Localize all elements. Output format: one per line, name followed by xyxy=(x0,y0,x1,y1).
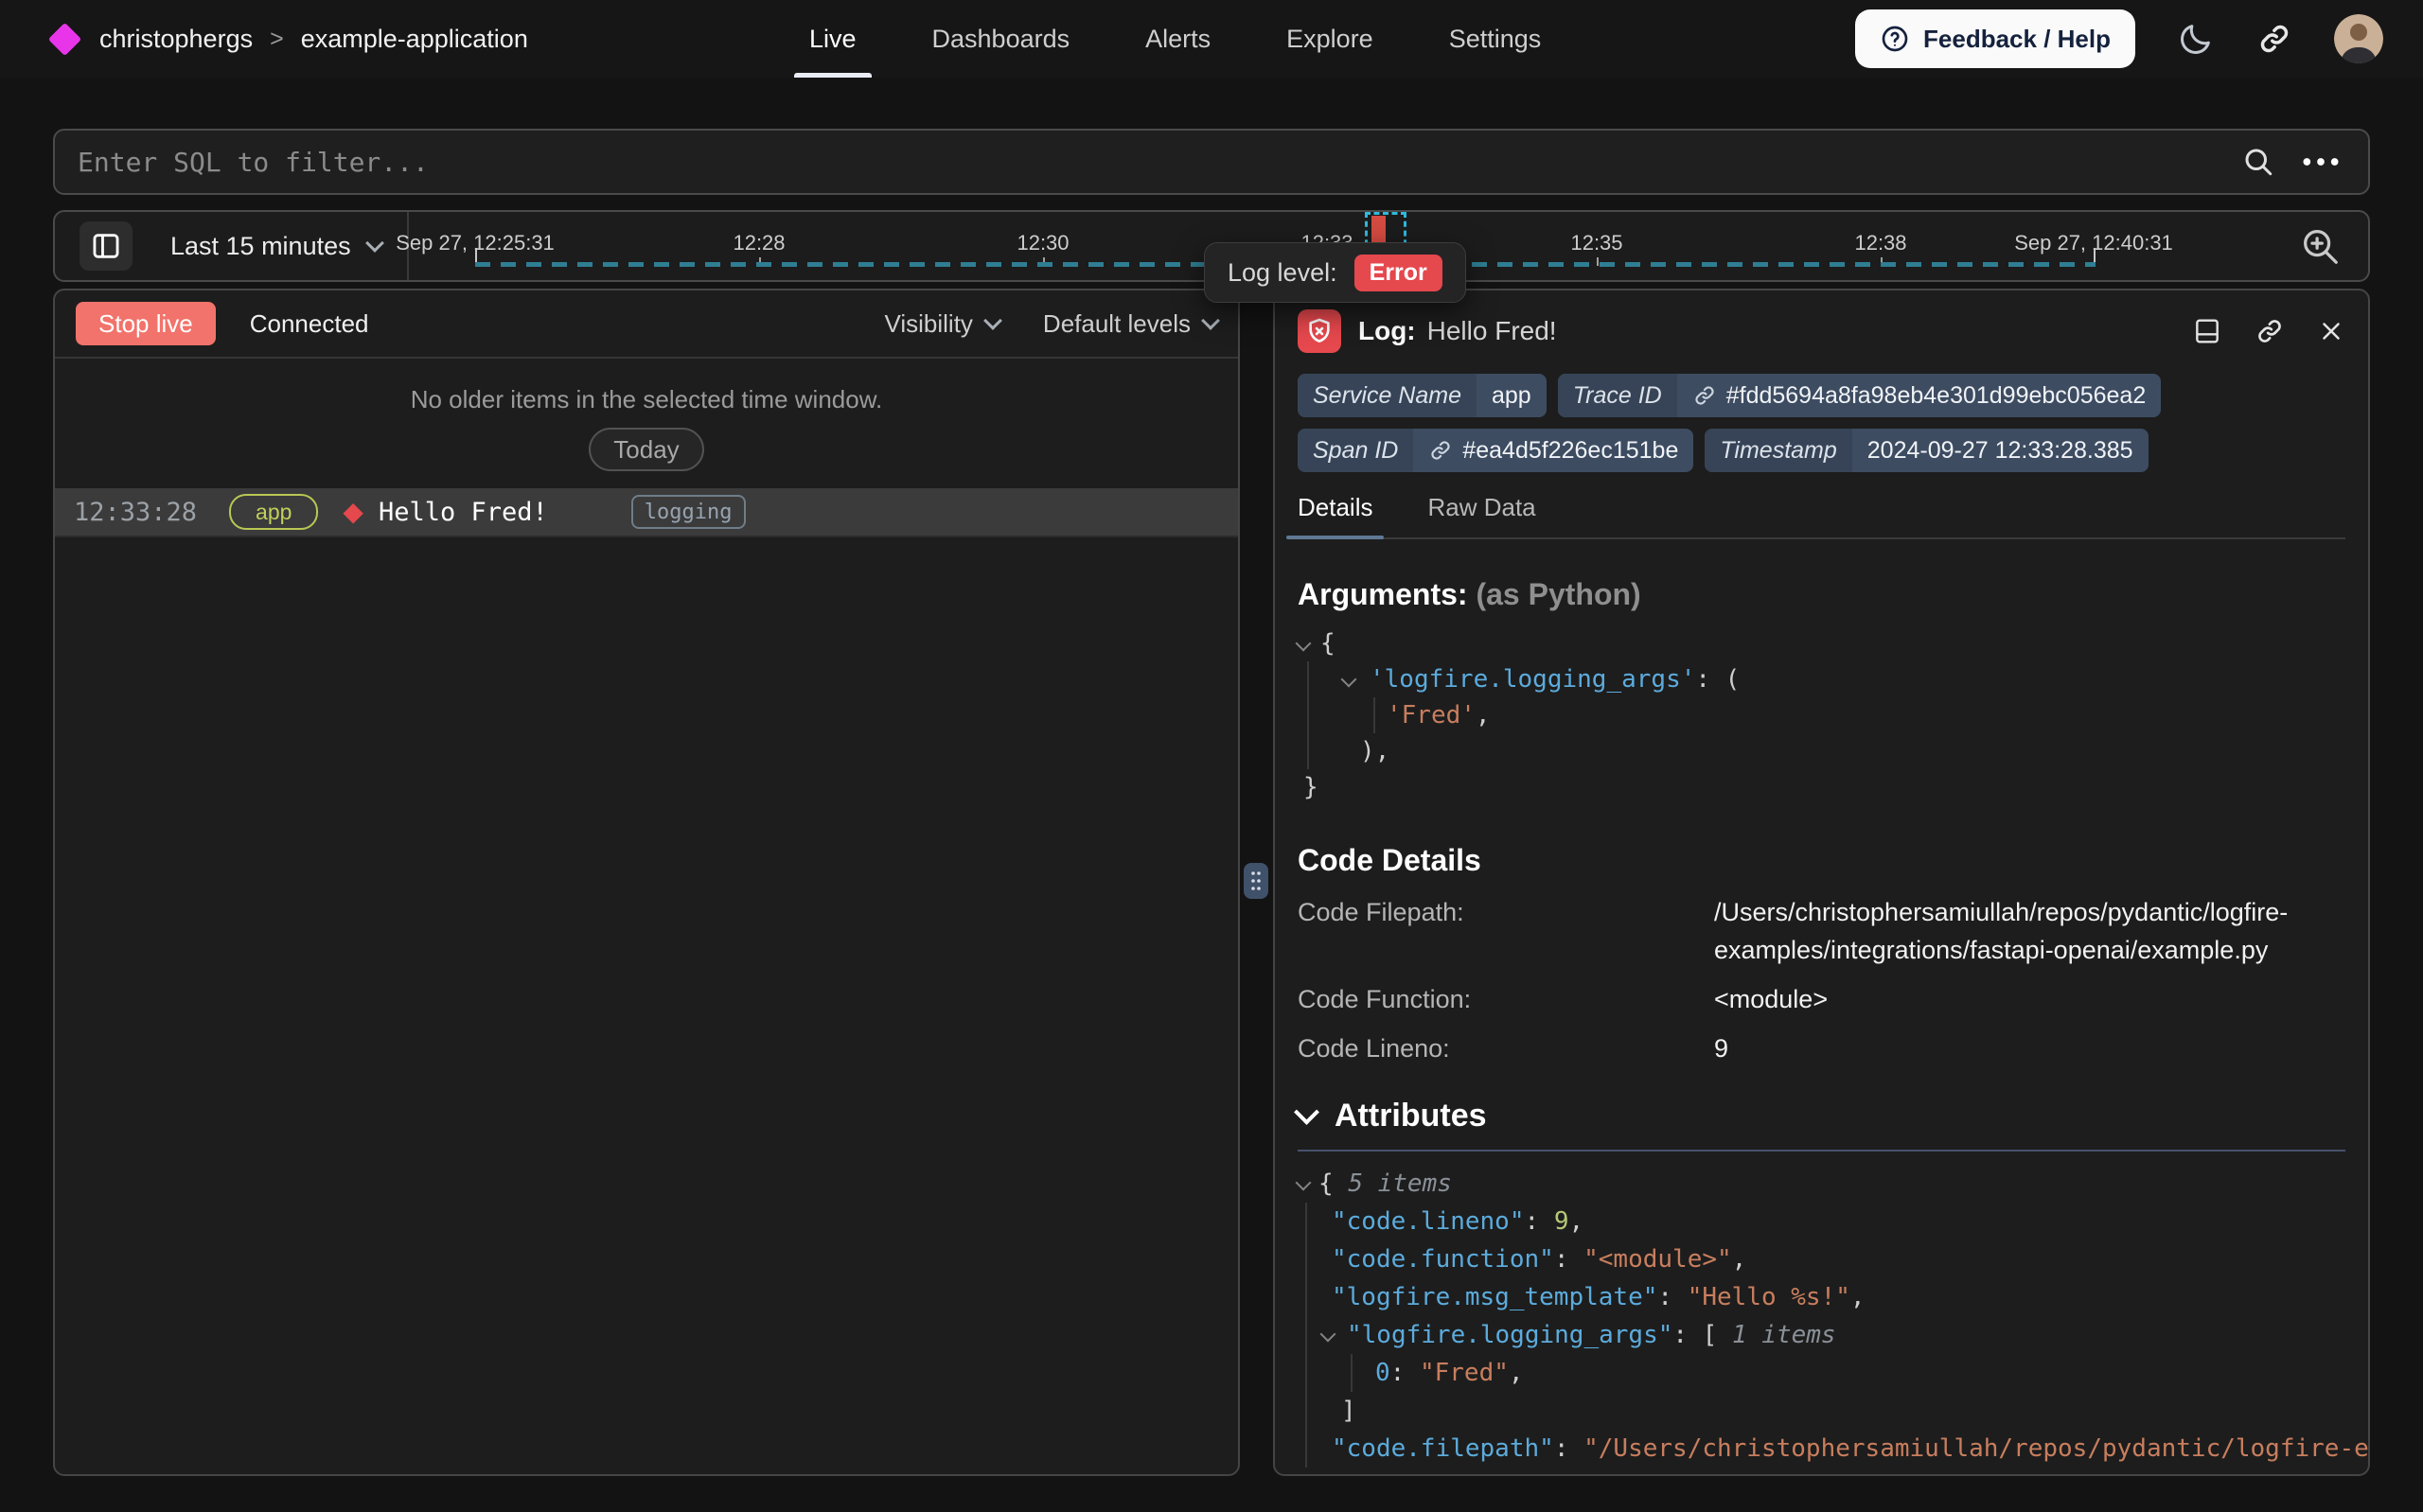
more-options-icon[interactable] xyxy=(2300,154,2342,169)
feedback-help-label: Feedback / Help xyxy=(1923,25,2111,54)
time-range-label: Last 15 minutes xyxy=(170,232,351,261)
breadcrumb-org[interactable]: christophergs xyxy=(99,25,253,54)
attributes-divider xyxy=(1298,1150,2345,1152)
timeline-tick: 12:35 xyxy=(1570,231,1622,255)
nav-tab-live[interactable]: Live xyxy=(809,0,857,78)
timeline-tick: 12:28 xyxy=(733,231,785,255)
log-level-tooltip: Log level: Error xyxy=(1204,242,1466,303)
feedback-help-button[interactable]: Feedback / Help xyxy=(1855,9,2135,68)
breadcrumb-separator: > xyxy=(270,26,284,53)
log-row[interactable]: 12:33:28 app ◆ Hello Fred! logging xyxy=(55,488,1238,537)
empty-window-message: No older items in the selected time wind… xyxy=(55,385,1238,414)
theme-toggle-moon-icon[interactable] xyxy=(2177,20,2215,58)
attributes-code[interactable]: { 5 items"code.lineno": 9,"code.function… xyxy=(1298,1165,2345,1468)
live-logs-panel: Stop live Connected Visibility Default l… xyxy=(53,289,1240,1476)
search-icon[interactable] xyxy=(2241,145,2275,179)
chevron-down-icon xyxy=(983,311,1002,330)
panel-splitter-drag-handle[interactable] xyxy=(1244,863,1268,899)
share-link-icon[interactable] xyxy=(2256,21,2292,57)
panel-layout-icon[interactable] xyxy=(2192,316,2222,346)
detail-panel-header: Log: Hello Fred! xyxy=(1298,294,2345,368)
code-lineno-row: Code Lineno: 9 xyxy=(1298,1029,2345,1067)
error-diamond-icon: ◆ xyxy=(343,499,363,525)
zoom-in-button[interactable] xyxy=(2292,223,2347,272)
code-details-rows: Code Filepath: /Users/christophersamiull… xyxy=(1298,893,2345,1067)
detail-kind-label: Log: xyxy=(1358,316,1416,346)
top-nav: christophergs > example-application Live… xyxy=(0,0,2423,78)
question-icon xyxy=(1880,24,1910,54)
copy-link-icon[interactable] xyxy=(2255,316,2285,346)
nav-right-actions: Feedback / Help xyxy=(1855,0,2383,78)
connection-status: Connected xyxy=(250,309,369,339)
close-icon[interactable] xyxy=(2317,317,2345,345)
detail-tabs: Details Raw Data xyxy=(1298,493,2345,539)
chevron-down-icon xyxy=(1201,311,1220,330)
chevron-down-icon xyxy=(365,234,384,253)
user-avatar[interactable] xyxy=(2334,14,2383,63)
trace-id-badge[interactable]: Trace ID #fdd5694a8fa98eb4e301d99ebc056e… xyxy=(1558,374,2162,417)
nav-tab-settings[interactable]: Settings xyxy=(1449,0,1542,78)
attributes-heading[interactable]: Attributes xyxy=(1298,1098,2345,1134)
timestamp-badge[interactable]: Timestamp 2024-09-27 12:33:28.385 xyxy=(1705,429,2148,472)
sidebar-toggle-button[interactable] xyxy=(80,221,133,271)
visibility-dropdown[interactable]: Visibility xyxy=(884,309,999,339)
sql-filter-input[interactable] xyxy=(55,147,2241,178)
live-panel-body: No older items in the selected time wind… xyxy=(55,385,1238,537)
arguments-code[interactable]: {'logfire.logging_args': ('Fred',),} xyxy=(1298,625,2345,805)
stop-live-button[interactable]: Stop live xyxy=(76,302,216,345)
timeline-tick: 12:38 xyxy=(1854,231,1906,255)
breadcrumb: christophergs > example-application xyxy=(53,0,528,78)
sql-filter-bar xyxy=(53,129,2370,195)
detail-title: Hello Fred! xyxy=(1427,316,1557,346)
nav-tab-alerts[interactable]: Alerts xyxy=(1145,0,1211,78)
live-panel-header: Stop live Connected Visibility Default l… xyxy=(55,290,1238,359)
code-details-heading: Code Details xyxy=(1298,843,2345,878)
log-row-time: 12:33:28 xyxy=(74,498,197,527)
arguments-heading: Arguments: (as Python) xyxy=(1298,577,2345,612)
log-row-message: Hello Fred! xyxy=(379,498,548,527)
code-filepath-row: Code Filepath: /Users/christophersamiull… xyxy=(1298,893,2345,969)
nav-tab-dashboards[interactable]: Dashboards xyxy=(932,0,1070,78)
tab-details[interactable]: Details xyxy=(1298,493,1372,537)
timeline-tick: 12:30 xyxy=(1017,231,1069,255)
tab-raw-data[interactable]: Raw Data xyxy=(1427,493,1535,537)
breadcrumb-project[interactable]: example-application xyxy=(301,25,528,54)
service-pill[interactable]: app xyxy=(229,494,318,530)
error-level-badge: Error xyxy=(1354,255,1442,291)
logfire-logo-icon[interactable] xyxy=(48,22,81,55)
tooltip-label: Log level: xyxy=(1228,258,1337,288)
log-tag-pill[interactable]: logging xyxy=(631,495,746,529)
time-range-selector[interactable]: Last 15 minutes xyxy=(170,212,381,280)
collapse-chevron-icon xyxy=(1294,1099,1319,1125)
service-name-badge[interactable]: Service Name app xyxy=(1298,374,1547,417)
primary-nav: Live Dashboards Alerts Explore Settings xyxy=(809,0,1541,78)
nav-tab-explore[interactable]: Explore xyxy=(1286,0,1373,78)
code-function-row: Code Function: <module> xyxy=(1298,980,2345,1018)
error-shield-icon xyxy=(1298,309,1341,353)
span-id-badge[interactable]: Span ID #ea4d5f226ec151be xyxy=(1298,429,1693,472)
span-link-icon xyxy=(1428,438,1453,463)
trace-link-icon xyxy=(1692,383,1717,408)
default-levels-dropdown[interactable]: Default levels xyxy=(1043,309,1217,339)
log-detail-panel: Log: Hello Fred! Service Name app Trace … xyxy=(1273,289,2370,1476)
today-button[interactable]: Today xyxy=(589,428,703,471)
detail-badges: Service Name app Trace ID #fdd5694a8fa98… xyxy=(1298,374,2345,472)
